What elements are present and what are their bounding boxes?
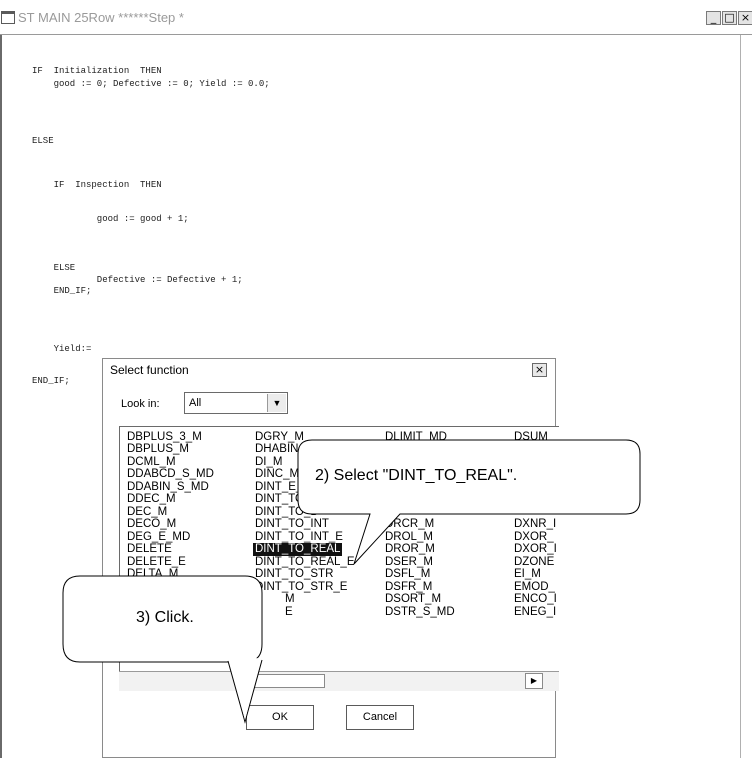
list-item[interactable]: DXOR_I <box>512 543 559 556</box>
list-item[interactable]: DELT_M <box>125 581 174 594</box>
code-line: IF Inspection THEN <box>32 180 162 190</box>
list-item[interactable]: DSFL_M <box>383 568 432 581</box>
list-item[interactable]: DMAX_M <box>383 443 436 456</box>
list-item[interactable]: ENCO_I <box>512 593 559 606</box>
list-item[interactable]: EI_M <box>512 568 543 581</box>
list-item[interactable]: M <box>283 593 297 606</box>
list-item[interactable]: DROR_M <box>383 543 437 556</box>
horizontal-scrollbar[interactable]: ▶ <box>119 671 559 691</box>
chevron-down-icon[interactable]: ▼ <box>267 394 286 412</box>
look-in-dropdown[interactable]: All ▼ <box>184 392 288 414</box>
scrollbar-thumb[interactable] <box>243 674 325 688</box>
list-item[interactable]: DSTR_S_MD <box>383 606 457 619</box>
code-line: ELSE <box>32 263 76 273</box>
code-line: good := 0; Defective := 0; Yield := 0.0; <box>32 79 270 89</box>
list-item[interactable]: E <box>283 606 295 619</box>
list-item[interactable]: DELTA_M <box>125 568 180 581</box>
cancel-button[interactable]: Cancel <box>346 705 414 730</box>
code-line: Defective := Defective + 1; <box>32 275 243 285</box>
function-list[interactable]: DBPLUS_3_M DBPLUS_M DCML_M DDABCD_S_MD D… <box>119 426 559 690</box>
scroll-right-arrow-icon[interactable]: ▶ <box>525 673 543 689</box>
close-window-button[interactable]: × <box>738 11 752 25</box>
list-item[interactable]: DDABCD_S_MD <box>125 468 216 481</box>
list-item[interactable]: DECO_M <box>125 518 178 531</box>
dialog-titlebar: Select function × <box>103 359 555 381</box>
list-item-selected[interactable]: DINT_TO_REAL <box>253 543 343 556</box>
list-item[interactable]: ENEG_I <box>512 606 558 619</box>
list-item[interactable]: DINT_TO_INT <box>253 518 331 531</box>
look-in-label: Look in: <box>121 398 160 410</box>
list-item[interactable]: DRCR_M <box>383 518 436 531</box>
list-item[interactable]: DTEST_ <box>512 443 559 456</box>
code-line: END_IF; <box>32 376 70 386</box>
code-line: END_IF; <box>32 286 92 296</box>
list-item[interactable]: DINT_TO_ <box>253 493 312 506</box>
select-function-dialog: Select function × Look in: All ▼ DBPLUS_… <box>102 358 559 758</box>
list-item[interactable]: DHABIN_S_MD <box>253 443 339 456</box>
window-icon <box>1 11 15 24</box>
list-item[interactable]: DINT_TO_STR_E <box>253 581 349 594</box>
code-line: Yield:= <box>32 344 92 354</box>
dialog-title: Select function <box>110 363 189 377</box>
code-line: IF Initialization THEN <box>32 66 162 76</box>
callout-click-text: 3) Click. <box>136 609 194 626</box>
ok-button[interactable]: OK <box>246 705 314 730</box>
maximize-button[interactable]: □ <box>722 11 737 25</box>
dialog-close-button[interactable]: × <box>532 363 547 377</box>
minimize-button[interactable]: _ <box>706 11 721 25</box>
window-title: ST MAIN 25Row ******Step * <box>18 10 184 25</box>
editor-border <box>740 35 741 758</box>
list-item[interactable]: DBPLUS_M <box>125 443 191 456</box>
list-item[interactable]: DSORT_M <box>383 593 443 606</box>
look-in-value: All <box>189 397 202 409</box>
list-item[interactable]: DINC_M <box>253 468 301 481</box>
list-item[interactable]: DXNR_I <box>512 518 558 531</box>
code-line: ELSE <box>32 136 54 146</box>
callout-select-text: 2) Select "DINT_TO_REAL". <box>315 467 518 484</box>
window-titlebar: ST MAIN 25Row ******Step * _ □ × <box>0 0 752 35</box>
code-line: good := good + 1; <box>32 214 189 224</box>
list-item[interactable]: DDEC_M <box>125 493 178 506</box>
list-item[interactable]: DINT_TO_STR <box>253 568 335 581</box>
list-item[interactable]: DELETE <box>125 543 174 556</box>
